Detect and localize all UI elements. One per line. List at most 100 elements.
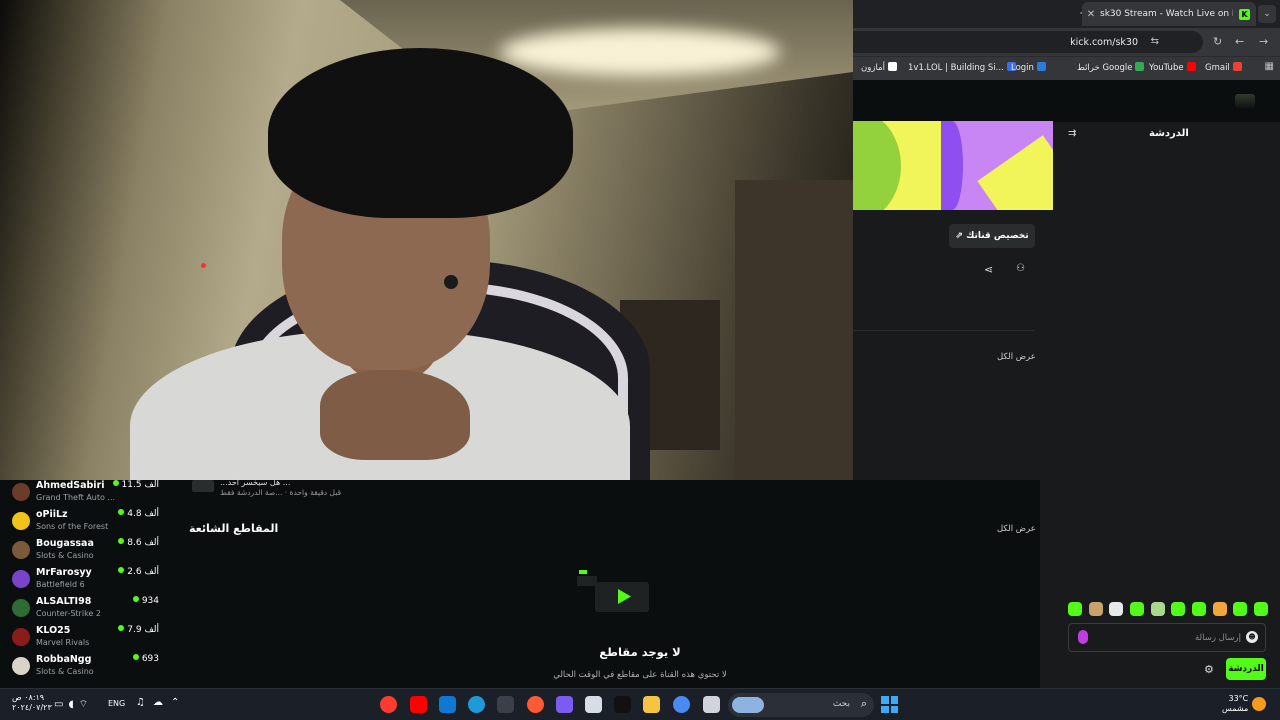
taskbar-search[interactable]: بحث ⌕: [728, 693, 874, 717]
viewer-count: 2.6 ألف: [118, 567, 159, 577]
apps-grid-icon[interactable]: ▦: [1265, 61, 1274, 72]
bookmark-item[interactable]: YouTube: [1149, 62, 1196, 73]
copilot-icon[interactable]: [556, 696, 573, 713]
file-explorer-icon[interactable]: [643, 696, 660, 713]
viewer-count: 934: [132, 596, 159, 606]
bookmarks-bar: أمازون 1v1.LOL | Building Si... Login خر…: [853, 56, 1280, 80]
emoji-picker-icon[interactable]: ☻: [1246, 631, 1258, 643]
emote-bar: [1068, 602, 1268, 620]
channel-category: Marvel Rivals: [36, 638, 90, 647]
avatar: [12, 570, 30, 588]
earbud: [444, 275, 458, 289]
sidebar-channel-item[interactable]: oPiiLz Sons of the Forest 4.8 ألف: [0, 509, 168, 538]
bookmark-item[interactable]: أمازون: [861, 62, 897, 73]
viewer-count: 4.8 ألف: [118, 509, 159, 519]
sidebar-channel-item[interactable]: Bougassaa Slots & Casino 8.6 ألف: [0, 538, 168, 567]
channel-category: Battlefield 6: [36, 580, 85, 589]
sidebar-channel-item[interactable]: ALSALTI98 Counter-Strike 2 934: [0, 596, 168, 625]
clip-meta: قبل دقيقة واحدة · ...صة الدردشة فقط: [220, 488, 342, 497]
chat-settings-gear-icon[interactable]: ⚙: [1204, 663, 1214, 676]
chrome-icon[interactable]: [673, 696, 690, 713]
tray-extra-icons[interactable]: ♫☁⌃: [136, 697, 187, 708]
bookmark-item[interactable]: 1v1.LOL | Building Si...: [908, 62, 1016, 73]
weather-widget[interactable]: 33°C مشمس: [1222, 694, 1248, 714]
emote-icon[interactable]: [1088, 602, 1103, 616]
page-header: [853, 80, 1280, 122]
clock-date: ٢٠٢٤/٠٧/٢٣: [12, 703, 52, 712]
youtube-icon[interactable]: [410, 696, 427, 713]
store-icon[interactable]: [585, 696, 602, 713]
sidebar-channel-item[interactable]: AhmedSabiri Grand Theft Auto ... 11.5 أل…: [0, 480, 168, 509]
chat-send-button[interactable]: الدردشة: [1226, 658, 1266, 680]
channel-name: oPiiLz: [36, 509, 68, 520]
emote-icon[interactable]: [1150, 602, 1165, 616]
edge-icon[interactable]: [468, 696, 485, 713]
user-avatar[interactable]: [1235, 94, 1255, 108]
avatar: [12, 512, 30, 530]
streamer-hand: [320, 370, 470, 460]
tiktok-icon[interactable]: [614, 696, 631, 713]
microphone-icon[interactable]: [1078, 630, 1088, 644]
ceiling-light: [500, 28, 780, 76]
bookmark-item[interactable]: خرائط Google: [1077, 62, 1145, 73]
b-app-icon[interactable]: [497, 696, 514, 713]
bookmark-item[interactable]: Login: [1011, 62, 1046, 73]
weather-condition: مشمس: [1222, 704, 1249, 713]
outlook-icon[interactable]: [439, 696, 456, 713]
clip-card[interactable]: ...هل سيخسر أحد ... قبل دقيقة واحدة · ..…: [192, 476, 341, 498]
live-dot-icon: [112, 480, 119, 486]
chat-collapse-icon[interactable]: ⇉: [1068, 128, 1076, 139]
emote-icon[interactable]: [1212, 602, 1227, 616]
channel-name: ALSALTI98: [36, 596, 92, 607]
view-all-link[interactable]: عرض الكل: [997, 352, 1036, 362]
emote-icon[interactable]: [1109, 602, 1124, 616]
channel-name: RobbaNgg: [36, 654, 92, 665]
customize-channel-button[interactable]: ⇗ تخصيص قناتك: [949, 224, 1035, 248]
emote-icon[interactable]: [1068, 602, 1082, 616]
clock[interactable]: ٠٨:١٩ ص ٢٠٢٤/٠٧/٢٣: [12, 693, 52, 713]
weather-temperature: 33°C: [1228, 694, 1249, 703]
active-tab[interactable]: ✕ sk30 Stream - Watch Live on Kick K: [1082, 2, 1256, 26]
emote-icon[interactable]: [1191, 602, 1206, 616]
emote-icon[interactable]: [1129, 602, 1144, 616]
recommended-channels-sidebar: AhmedSabiri Grand Theft Auto ... 11.5 أل…: [0, 480, 168, 688]
video-door: [735, 180, 853, 480]
avatar: [12, 483, 30, 501]
start-button[interactable]: [881, 696, 898, 713]
chat-message-input[interactable]: [1091, 630, 1241, 646]
address-bar[interactable]: kick.com/sk30 ⇆: [853, 31, 1203, 53]
app-icon[interactable]: [527, 696, 544, 713]
live-dot-icon: [118, 538, 125, 544]
channel-name: AhmedSabiri: [36, 480, 105, 491]
task-view-icon[interactable]: [703, 696, 720, 713]
sidebar-channel-item[interactable]: KLO25 Marvel Rivals 7.9 ألف: [0, 625, 168, 654]
tab-search-button[interactable]: ⌄: [1258, 5, 1276, 23]
reload-icon[interactable]: ↻: [1213, 35, 1222, 48]
avatar: [12, 541, 30, 559]
forward-icon[interactable]: ←: [1235, 35, 1244, 48]
share-icon[interactable]: ⋖: [984, 263, 993, 276]
back-icon[interactable]: →: [1259, 35, 1268, 48]
sidebar-channel-item[interactable]: MrFarosyy Battlefield 6 2.6 ألف: [0, 567, 168, 596]
viewer-count: 8.6 ألف: [118, 538, 159, 548]
system-tray-icons[interactable]: ▭◖⌔: [54, 698, 93, 711]
follow-user-icon[interactable]: ⚇: [1016, 263, 1025, 274]
sidebar-channel-item[interactable]: RobbaNgg Slots & Casino 693: [0, 654, 168, 683]
browser-chrome: + ✕ sk30 Stream - Watch Live on Kick K ⌄…: [853, 0, 1280, 80]
bookmark-item[interactable]: Gmail: [1205, 62, 1242, 73]
view-all-link[interactable]: عرض الكل: [997, 524, 1036, 534]
chat-title: الدردشة: [1149, 128, 1189, 139]
site-settings-icon[interactable]: ⇆: [1151, 36, 1159, 47]
tab-close-icon[interactable]: ✕: [1082, 9, 1100, 20]
viewer-count: 11.5 ألف: [112, 480, 159, 490]
emote-icon[interactable]: [1171, 602, 1186, 616]
no-clips-title: لا يوجد مقاطع: [599, 645, 681, 659]
emote-icon[interactable]: [1253, 602, 1268, 616]
tab-bar: + ✕ sk30 Stream - Watch Live on Kick K ⌄: [853, 0, 1280, 28]
obs-icon[interactable]: [380, 696, 397, 713]
section-divider: [853, 330, 1035, 331]
stream-video[interactable]: [0, 0, 853, 480]
language-indicator[interactable]: ENG: [108, 699, 125, 708]
emote-icon[interactable]: [1233, 602, 1248, 616]
no-clips-text: لا تحتوي هذه القناة على مقاطع في الوقت ا…: [553, 670, 727, 680]
